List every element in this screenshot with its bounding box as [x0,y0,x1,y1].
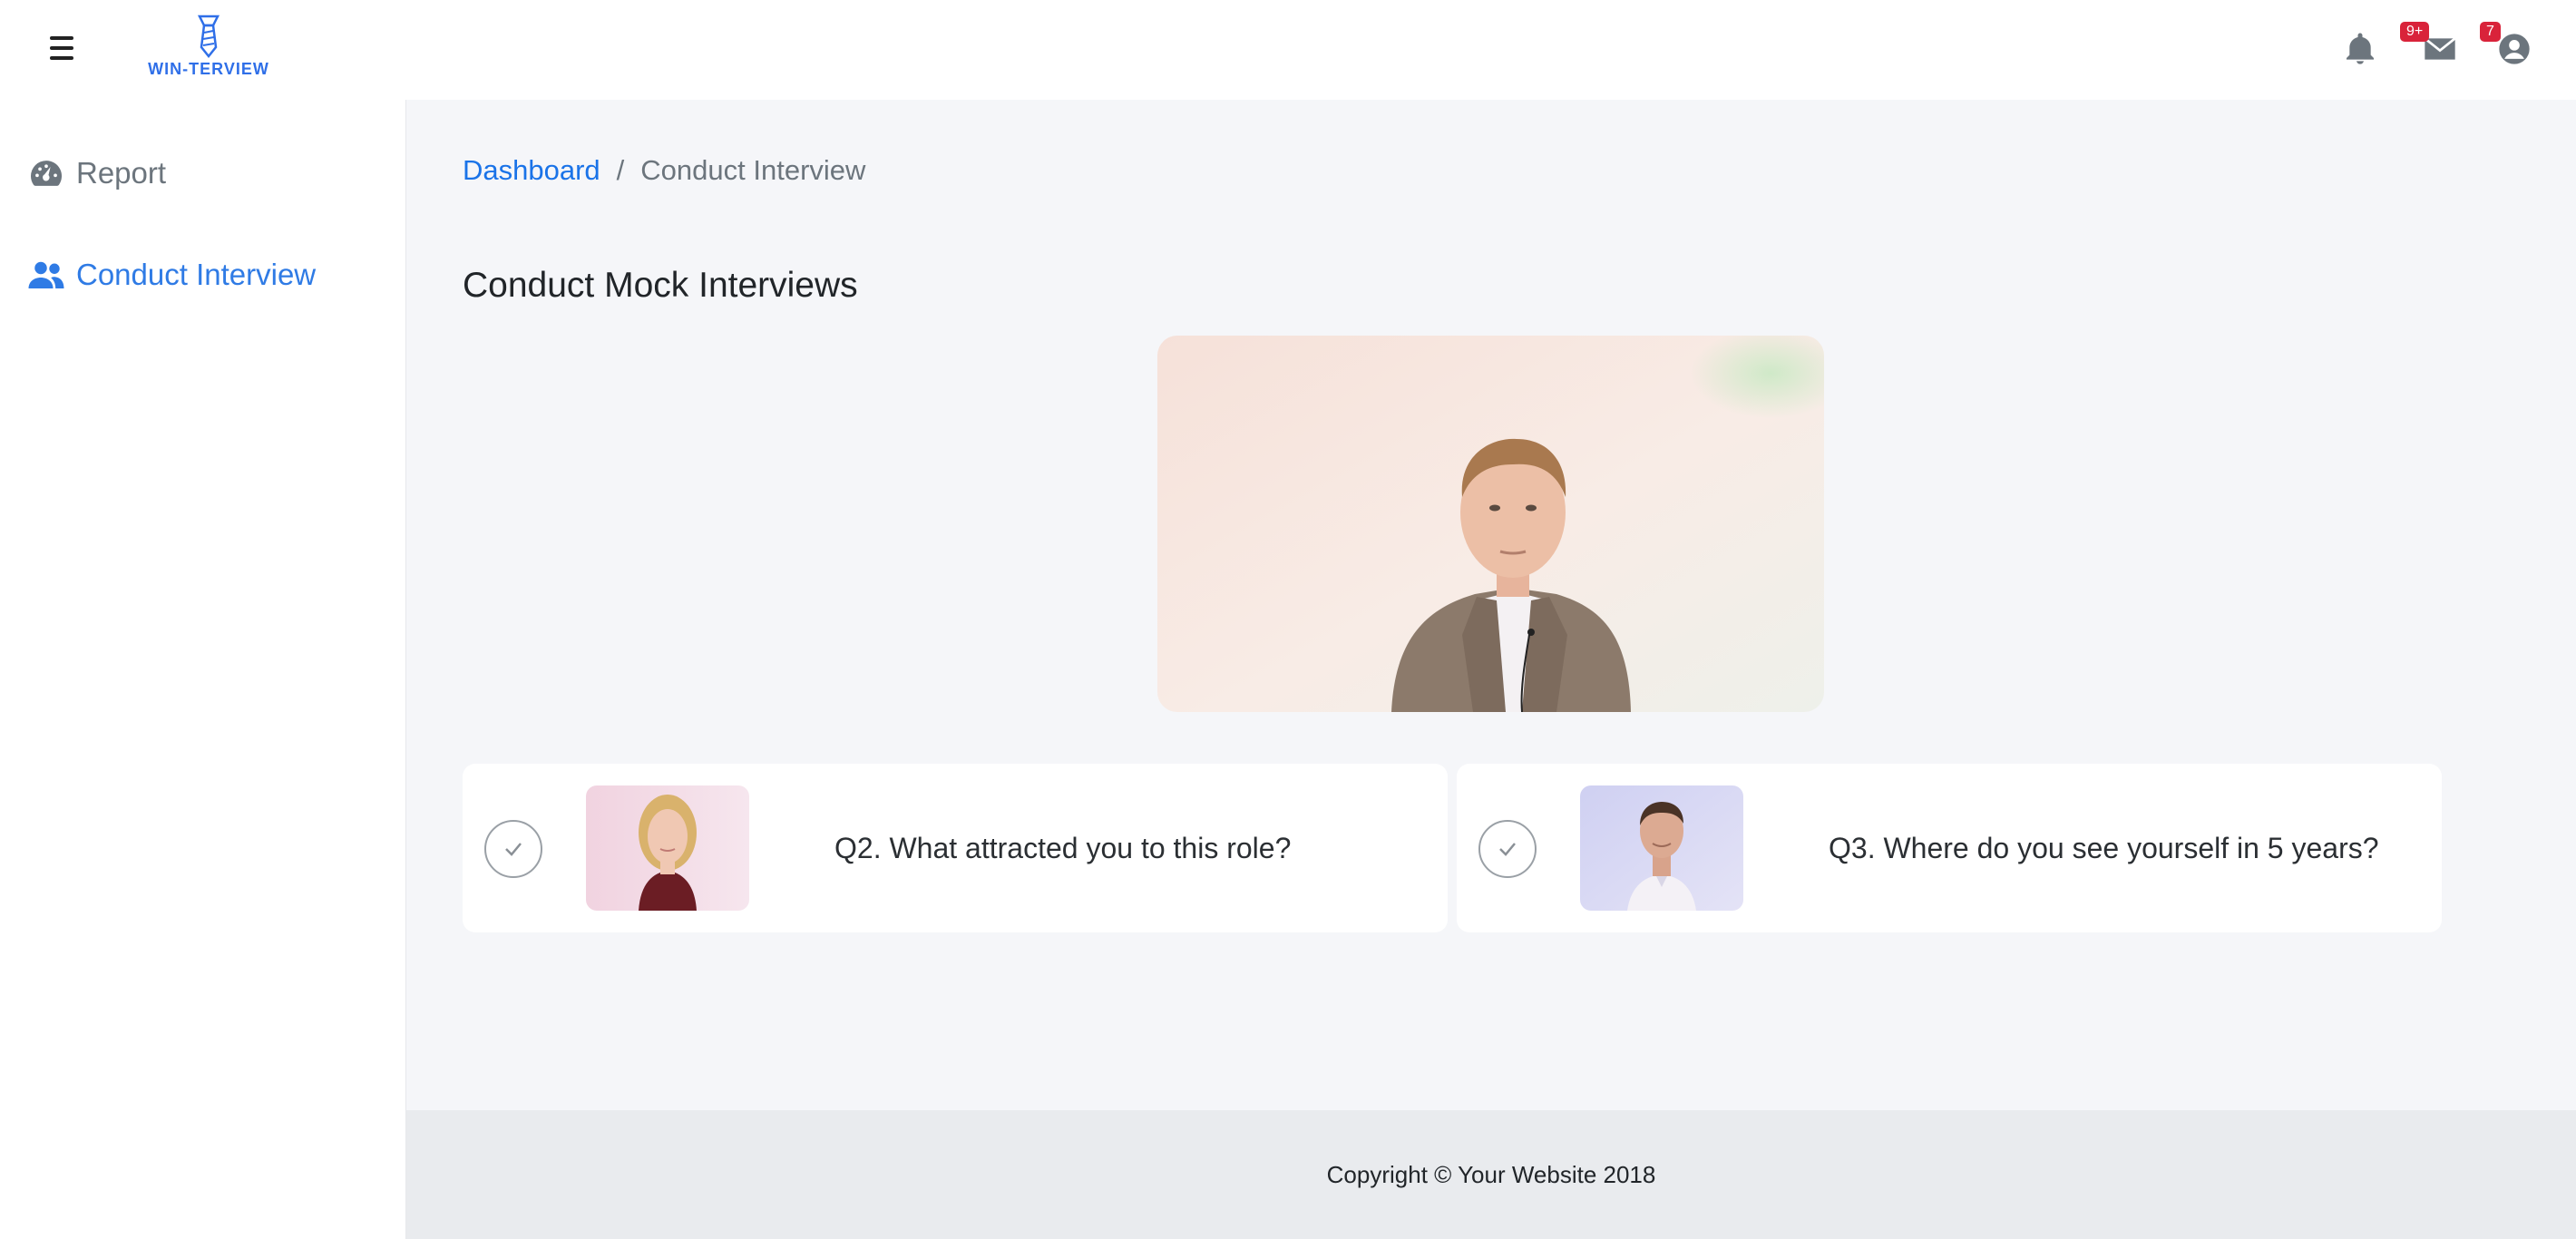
user-circle-icon[interactable] [2496,31,2532,67]
page-title: Conduct Mock Interviews [463,266,858,305]
top-navbar: WIN-TERVIEW 9+ 7 [0,0,2576,100]
interviewer-video[interactable] [1157,336,1824,712]
check-circle-icon[interactable] [484,820,542,878]
hamburger-menu-icon[interactable] [47,36,76,63]
question-card[interactable]: Q2. What attracted you to this role? [463,764,1448,932]
brand-logo[interactable]: WIN-TERVIEW [136,15,281,87]
question-text: Q3. Where do you see yourself in 5 years… [1829,831,2379,864]
sidebar-item-label: Report [76,156,167,190]
copyright-text: Copyright © Your Website 2018 [1326,1160,1656,1188]
brand-name: WIN-TERVIEW [148,60,269,78]
sidebar-item-report[interactable]: Report [27,151,166,196]
check-circle-icon[interactable] [1478,820,1537,878]
main-content: Dashboard / Conduct Interview Conduct Mo… [406,100,2576,1110]
footer: Copyright © Your Website 2018 [406,1110,2576,1239]
breadcrumb-separator: / [616,154,625,186]
question-text: Q2. What attracted you to this role? [834,831,1292,864]
breadcrumb-dashboard-link[interactable]: Dashboard [463,154,600,187]
gauge-icon [27,157,65,190]
sidebar: Report Conduct Interview [0,100,406,1239]
man-interviewer-thumbnail [1580,785,1743,911]
interviewer-video-frame [1157,336,1824,712]
tie-logo-icon [197,15,220,58]
question-card[interactable]: Q3. Where do you see yourself in 5 years… [1457,764,2442,932]
woman-interviewer-thumbnail [586,785,749,911]
bell-icon[interactable] [2342,31,2378,67]
sidebar-item-conduct-interview[interactable]: Conduct Interview [27,252,316,298]
profile-badge: 7 [2480,22,2501,42]
breadcrumb: Dashboard / Conduct Interview [463,154,865,187]
breadcrumb-current: Conduct Interview [640,154,866,186]
sidebar-item-label: Conduct Interview [76,258,317,291]
users-icon [27,259,65,291]
messages-badge: 9+ [2400,22,2430,42]
